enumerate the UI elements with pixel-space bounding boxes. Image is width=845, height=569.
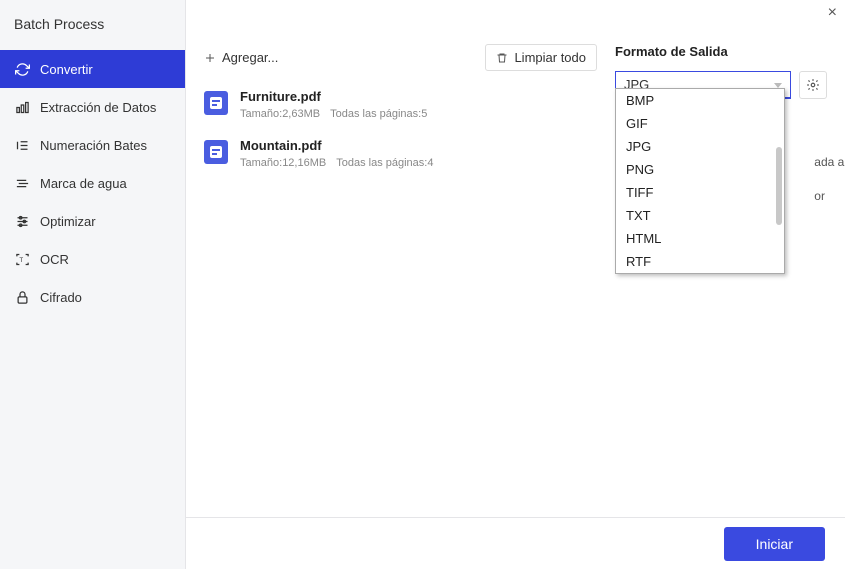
file-item[interactable]: Mountain.pdf Tamaño:12,16MB Todas las pá… (204, 138, 597, 169)
file-toolbar: Agregar... Limpiar todo (204, 44, 597, 71)
window-title: Batch Process (0, 0, 185, 50)
clear-label: Limpiar todo (514, 50, 586, 65)
file-item[interactable]: Furniture.pdf Tamaño:2,63MB Todas las pá… (204, 89, 597, 120)
svg-text:T: T (19, 257, 23, 264)
obscured-text: ada al or (814, 146, 845, 213)
clear-button[interactable]: Limpiar todo (485, 44, 597, 71)
sidebar-item-label: Numeración Bates (40, 138, 147, 153)
settings-button[interactable] (799, 71, 827, 99)
watermark-icon (14, 175, 30, 191)
start-button[interactable]: Iniciar (724, 527, 825, 561)
sidebar-item-label: Cifrado (40, 290, 82, 305)
file-pages: Todas las páginas:4 (336, 157, 433, 169)
dropdown-option-txt[interactable]: TXT (616, 204, 784, 227)
sidebar-item-watermark[interactable]: Marca de agua (0, 164, 185, 202)
pdf-file-icon (204, 140, 228, 164)
trash-icon (496, 52, 508, 64)
dropdown-option-rtf[interactable]: RTF (616, 250, 784, 273)
file-meta: Tamaño:12,16MB Todas las páginas:4 (240, 157, 433, 169)
file-area: Agregar... Limpiar todo Furniture.pdf Ta… (186, 0, 615, 569)
pdf-file-icon (204, 91, 228, 115)
dropdown-scrollbar[interactable] (776, 147, 782, 225)
file-name: Furniture.pdf (240, 89, 427, 104)
numbers-icon (14, 137, 30, 153)
file-meta: Tamaño:2,63MB Todas las páginas:5 (240, 108, 427, 120)
sidebar-item-ocr[interactable]: T OCR (0, 240, 185, 278)
gear-icon (806, 78, 820, 92)
dropdown-option-jpg[interactable]: JPG (616, 135, 784, 158)
file-name: Mountain.pdf (240, 138, 433, 153)
footer: Iniciar (186, 517, 845, 569)
file-info: Furniture.pdf Tamaño:2,63MB Todas las pá… (240, 89, 427, 120)
sidebar-item-label: Optimizar (40, 214, 96, 229)
add-label: Agregar... (222, 50, 278, 65)
sidebar: Batch Process Convertir Extracción de Da… (0, 0, 186, 569)
sidebar-item-convertir[interactable]: Convertir (0, 50, 185, 88)
sidebar-item-cifrado[interactable]: Cifrado (0, 278, 185, 316)
sliders-icon (14, 213, 30, 229)
plus-icon (204, 52, 216, 64)
dropdown-option-html[interactable]: HTML (616, 227, 784, 250)
add-button[interactable]: Agregar... (204, 50, 278, 65)
refresh-icon (14, 61, 30, 77)
sidebar-item-label: Marca de agua (40, 176, 127, 191)
format-dropdown: BMP GIF JPG PNG TIFF TXT HTML RTF (615, 88, 785, 274)
format-label: Formato de Salida (615, 44, 827, 59)
sidebar-item-label: Extracción de Datos (40, 100, 156, 115)
sidebar-item-label: Convertir (40, 62, 93, 77)
lock-icon (14, 289, 30, 305)
sidebar-item-bates[interactable]: Numeración Bates (0, 126, 185, 164)
ocr-icon: T (14, 251, 30, 267)
sidebar-item-extraccion[interactable]: Extracción de Datos (0, 88, 185, 126)
dropdown-option-png[interactable]: PNG (616, 158, 784, 181)
file-list: Furniture.pdf Tamaño:2,63MB Todas las pá… (204, 89, 597, 169)
sidebar-item-label: OCR (40, 252, 69, 267)
dropdown-option-bmp[interactable]: BMP (616, 89, 784, 112)
sidebar-item-optimizar[interactable]: Optimizar (0, 202, 185, 240)
output-panel: Formato de Salida JPG ada al or BMP GIF … (615, 0, 845, 569)
file-size: Tamaño:2,63MB (240, 108, 320, 120)
file-info: Mountain.pdf Tamaño:12,16MB Todas las pá… (240, 138, 433, 169)
main-area: × Agregar... Limpiar todo (186, 0, 845, 569)
chart-icon (14, 99, 30, 115)
dropdown-option-tiff[interactable]: TIFF (616, 181, 784, 204)
file-pages: Todas las páginas:5 (330, 108, 427, 120)
dropdown-option-gif[interactable]: GIF (616, 112, 784, 135)
file-size: Tamaño:12,16MB (240, 157, 326, 169)
